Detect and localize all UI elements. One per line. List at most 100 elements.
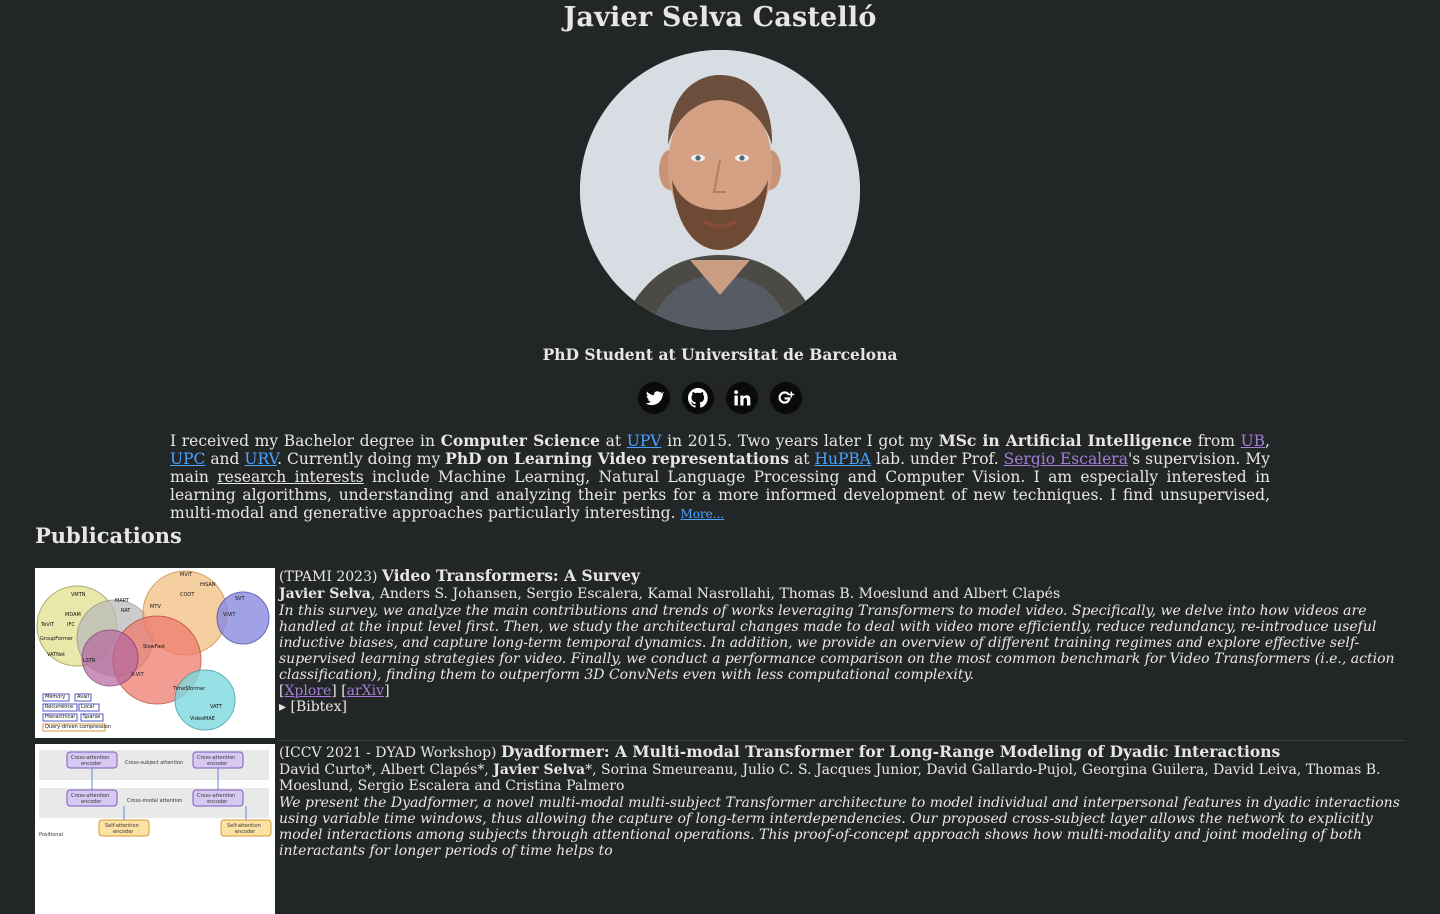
architecture-diagram-figure: Cross-attentionencoder Cross-attentionen… — [35, 744, 275, 914]
publication-divider — [277, 740, 1405, 741]
svg-text:COOT: COOT — [180, 592, 195, 598]
svg-text:Memory: Memory — [45, 694, 65, 700]
publication-abstract: We present the Dyadformer, a novel multi… — [279, 795, 1400, 859]
publication-figure: Cross-attention encoder Cross-attention en… — [35, 744, 275, 914]
bio-bold: MSc in Artificial Intelligence — [938, 431, 1193, 450]
publication-header: (ICCV 2021 - DYAD Workshop) Dyadformer: … — [279, 742, 1405, 762]
svg-text:Cross-subject attention: Cross-subject attention — [125, 760, 183, 766]
github-link[interactable] — [682, 382, 714, 414]
publication-header: (TPAMI 2023) Video Transformers: A Surve… — [279, 566, 1405, 586]
svg-text:encoder: encoder — [113, 829, 134, 835]
svg-text:MTV: MTV — [150, 604, 161, 610]
escalera-link[interactable]: Sergio Escalera — [1004, 450, 1128, 468]
svg-text:SVT: SVT — [235, 596, 246, 602]
publication-abstract: In this survey, we analyze the main cont… — [279, 603, 1395, 683]
upc-link[interactable]: UPC — [170, 450, 205, 468]
linkedin-link[interactable] — [726, 382, 758, 414]
bibtex-label: [Bibtex] — [290, 699, 347, 715]
bio-text: at — [600, 432, 627, 450]
bio-text: lab. under Prof. — [871, 450, 1004, 468]
svg-text:Recurrence: Recurrence — [45, 704, 73, 710]
svg-text:Sparse: Sparse — [83, 714, 100, 720]
publication-links: [Xplore] [arXiv] — [279, 683, 390, 699]
svg-text:VideoMAE: VideoMAE — [190, 716, 215, 722]
author-self: Javier Selva — [279, 586, 371, 602]
bio-text: . Currently doing my — [277, 450, 446, 468]
publication-item: Cross-attention encoder Cross-attention en… — [35, 744, 1405, 914]
upv-link[interactable]: UPV — [627, 432, 662, 450]
linkedin-icon — [734, 390, 751, 406]
svg-text:VMTN: VMTN — [71, 592, 86, 598]
svg-text:GroupFormer: GroupFormer — [40, 636, 74, 642]
publication-authors: David Curto*, Albert Clapés*, Javier Sel… — [279, 762, 1405, 794]
bio-text: at — [789, 450, 815, 468]
publication-venue: (ICCV 2021 - DYAD Workshop) — [279, 745, 501, 761]
svg-text:RAT: RAT — [121, 608, 131, 614]
publication-authors: Javier Selva, Anders S. Johansen, Sergio… — [279, 586, 1405, 602]
svg-text:IFC: IFC — [67, 622, 75, 628]
publication-info: (TPAMI 2023) Video Transformers: A Surve… — [279, 568, 1405, 738]
publication-title: Dyadformer: A Multi-modal Transformer fo… — [500, 742, 1281, 761]
author-self: Javier Selva — [493, 762, 586, 778]
svg-text:SlowFast: SlowFast — [143, 644, 165, 650]
bio-text: from — [1192, 432, 1241, 450]
page-title: Javier Selva Castelló — [563, 2, 877, 33]
venn-diagram-figure: VMTN MART MViT HiSAN COOT SVT MDAM RAT MTV Te… — [35, 568, 275, 738]
authors-pre: David Curto*, Albert Clapés*, — [279, 762, 494, 778]
job-title: PhD Student at Universitat de Barcelona — [542, 345, 898, 364]
bio-paragraph: I received my Bachelor degree in Compute… — [170, 432, 1270, 523]
bio-bold: PhD on Learning Video representations — [445, 449, 790, 468]
publication-item: VMTN MART MViT HiSAN COOT SVT MDAM RAT MTV Te… — [35, 568, 1405, 738]
ub-link[interactable]: UB — [1241, 432, 1265, 450]
more-link[interactable]: More... — [680, 507, 724, 521]
publications-heading: Publications — [35, 523, 182, 548]
svg-text:MART: MART — [115, 598, 130, 604]
github-icon — [688, 388, 708, 408]
svg-text:encoder: encoder — [235, 829, 256, 835]
twitter-icon — [645, 391, 664, 406]
bio-text: in 2015. Two years later I got my — [661, 432, 939, 450]
bio-bold: Computer Science — [440, 431, 601, 450]
publication-title: Video Transformers: A Survey — [381, 566, 640, 585]
publication-info: (ICCV 2021 - DYAD Workshop) Dyadformer: … — [279, 744, 1405, 914]
arxiv-link[interactable]: arXiv — [347, 683, 384, 699]
svg-text:TeViT: TeViT — [40, 622, 55, 628]
bio-text: I received my Bachelor degree in — [170, 432, 441, 450]
bibtex-toggle[interactable]: ▸ [Bibtex] — [279, 699, 1405, 715]
svg-text:Hierarchical: Hierarchical — [45, 714, 75, 720]
research-interests: research interests — [217, 468, 364, 486]
svg-text:X-VIT: X-VIT — [131, 672, 145, 678]
xplore-link[interactable]: Xplore — [284, 683, 331, 699]
publication-figure: VMTN MART MViT HiSAN COOT SVT MDAM RAT MTV Te… — [35, 568, 275, 738]
profile-photo-illustration — [580, 50, 860, 330]
svg-text:encoder: encoder — [207, 799, 228, 805]
svg-text:Avail: Avail — [77, 694, 89, 700]
svg-text:Positional: Positional — [39, 832, 63, 838]
hupba-link[interactable]: HuPBA — [814, 450, 871, 468]
bio-text: and — [205, 450, 245, 468]
svg-text:HiSAN: HiSAN — [200, 582, 216, 588]
google-scholar-icon — [778, 391, 795, 404]
portrait-container — [0, 50, 1440, 330]
svg-text:TimeSformer: TimeSformer — [172, 686, 206, 692]
google-scholar-link[interactable] — [770, 382, 802, 414]
twitter-link[interactable] — [638, 382, 670, 414]
svg-text:MDAM: MDAM — [65, 612, 81, 618]
svg-text:encoder: encoder — [81, 799, 102, 805]
svg-text:MViT: MViT — [180, 572, 193, 578]
svg-text:Local: Local — [81, 704, 94, 710]
disclosure-triangle-icon: ▸ — [279, 699, 291, 715]
svg-text:Cross-modal attention: Cross-modal attention — [127, 798, 182, 804]
publication-venue: (TPAMI 2023) — [279, 569, 382, 585]
svg-text:encoder: encoder — [207, 761, 228, 767]
bio-text: , — [1265, 432, 1270, 450]
svg-text:Query-driven compression: Query-driven compression — [45, 724, 111, 730]
svg-text:VATNet: VATNet — [47, 652, 65, 658]
authors-rest: , Anders S. Johansen, Sergio Escalera, K… — [370, 586, 1061, 602]
social-links — [0, 382, 1440, 414]
profile-photo — [580, 50, 860, 330]
svg-text:VATT: VATT — [210, 704, 223, 710]
svg-text:encoder: encoder — [81, 761, 102, 767]
svg-text:LSTR: LSTR — [83, 658, 96, 664]
urv-link[interactable]: URV — [244, 450, 277, 468]
